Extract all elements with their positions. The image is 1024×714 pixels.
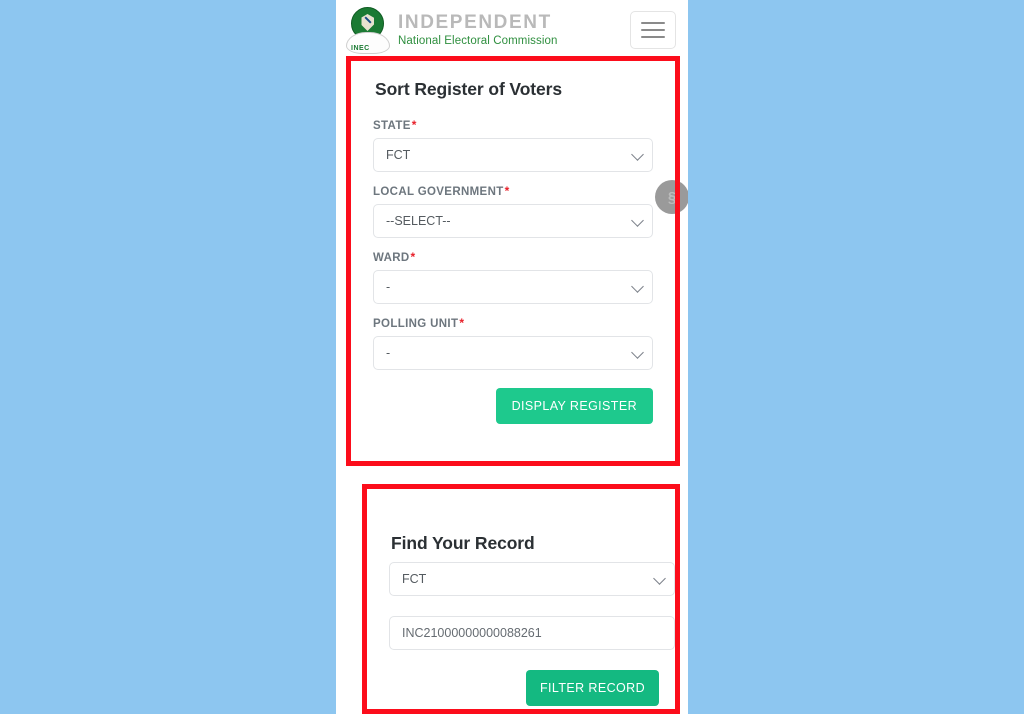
label-ward-text: WARD	[373, 252, 410, 264]
label-local-government: LOCAL GOVERNMENT*	[373, 184, 653, 198]
field-group-vin	[373, 616, 675, 650]
select-wrap-find-state: FCT	[389, 562, 675, 596]
hamburger-bar-3	[641, 36, 665, 38]
required-star-polling-unit: *	[459, 316, 465, 330]
label-ward: WARD*	[373, 250, 653, 264]
field-group-find-state: FCT	[373, 562, 675, 596]
brand-title-secondary: National Electoral Commission	[398, 34, 558, 47]
select-polling-unit[interactable]: -	[373, 336, 653, 370]
find-record-title: Find Your Record	[391, 533, 535, 553]
select-ward[interactable]: -	[373, 270, 653, 304]
floating-help-icon: §	[667, 188, 677, 206]
label-polling-unit-text: POLLING UNIT	[373, 318, 459, 330]
logo-badge-text: INEC	[351, 45, 370, 52]
sort-register-title: Sort Register of Voters	[375, 79, 562, 99]
sort-register-actions: DISPLAY REGISTER	[373, 388, 653, 424]
field-group-local-government: LOCAL GOVERNMENT* --SELECT--	[373, 184, 653, 238]
label-local-government-text: LOCAL GOVERNMENT	[373, 186, 504, 198]
brand-title-primary: INDEPENDENT	[398, 12, 552, 33]
filter-record-button[interactable]: FILTER RECORD	[526, 670, 659, 706]
hamburger-bar-1	[641, 22, 665, 24]
floating-help-widget[interactable]: §	[655, 180, 688, 214]
select-find-state[interactable]: FCT	[389, 562, 675, 596]
field-group-polling-unit: POLLING UNIT* -	[373, 316, 653, 370]
select-wrap-polling-unit: -	[373, 336, 653, 370]
select-wrap-local-government: --SELECT--	[373, 204, 653, 238]
label-state: STATE*	[373, 118, 653, 132]
label-state-text: STATE	[373, 120, 411, 132]
select-wrap-state: FCT	[373, 138, 653, 172]
hamburger-menu-button[interactable]	[630, 11, 676, 49]
site-header: INEC INDEPENDENT National Electoral Comm…	[336, 0, 688, 60]
brand-logo-block[interactable]: INEC INDEPENDENT National Electoral Comm…	[346, 6, 558, 54]
field-group-state: STATE* FCT	[373, 118, 653, 172]
select-local-government[interactable]: --SELECT--	[373, 204, 653, 238]
brand-text: INDEPENDENT National Electoral Commissio…	[398, 13, 558, 47]
find-record-actions: FILTER RECORD	[373, 670, 659, 706]
required-star-state: *	[411, 118, 417, 132]
label-polling-unit: POLLING UNIT*	[373, 316, 653, 330]
sort-register-card: Sort Register of Voters STATE* FCT LOCAL…	[351, 61, 675, 461]
vin-input[interactable]	[389, 616, 675, 650]
required-star-local-government: *	[504, 184, 510, 198]
inec-logo: INEC	[346, 6, 390, 54]
browser-page-canvas: INEC INDEPENDENT National Electoral Comm…	[336, 0, 688, 714]
find-record-card: Find Your Record FCT FILTER RECORD	[367, 489, 675, 714]
field-group-ward: WARD* -	[373, 250, 653, 304]
display-register-button[interactable]: DISPLAY REGISTER	[495, 388, 653, 424]
select-state[interactable]: FCT	[373, 138, 653, 172]
select-wrap-ward: -	[373, 270, 653, 304]
hamburger-bar-2	[641, 29, 665, 31]
required-star-ward: *	[410, 250, 416, 264]
